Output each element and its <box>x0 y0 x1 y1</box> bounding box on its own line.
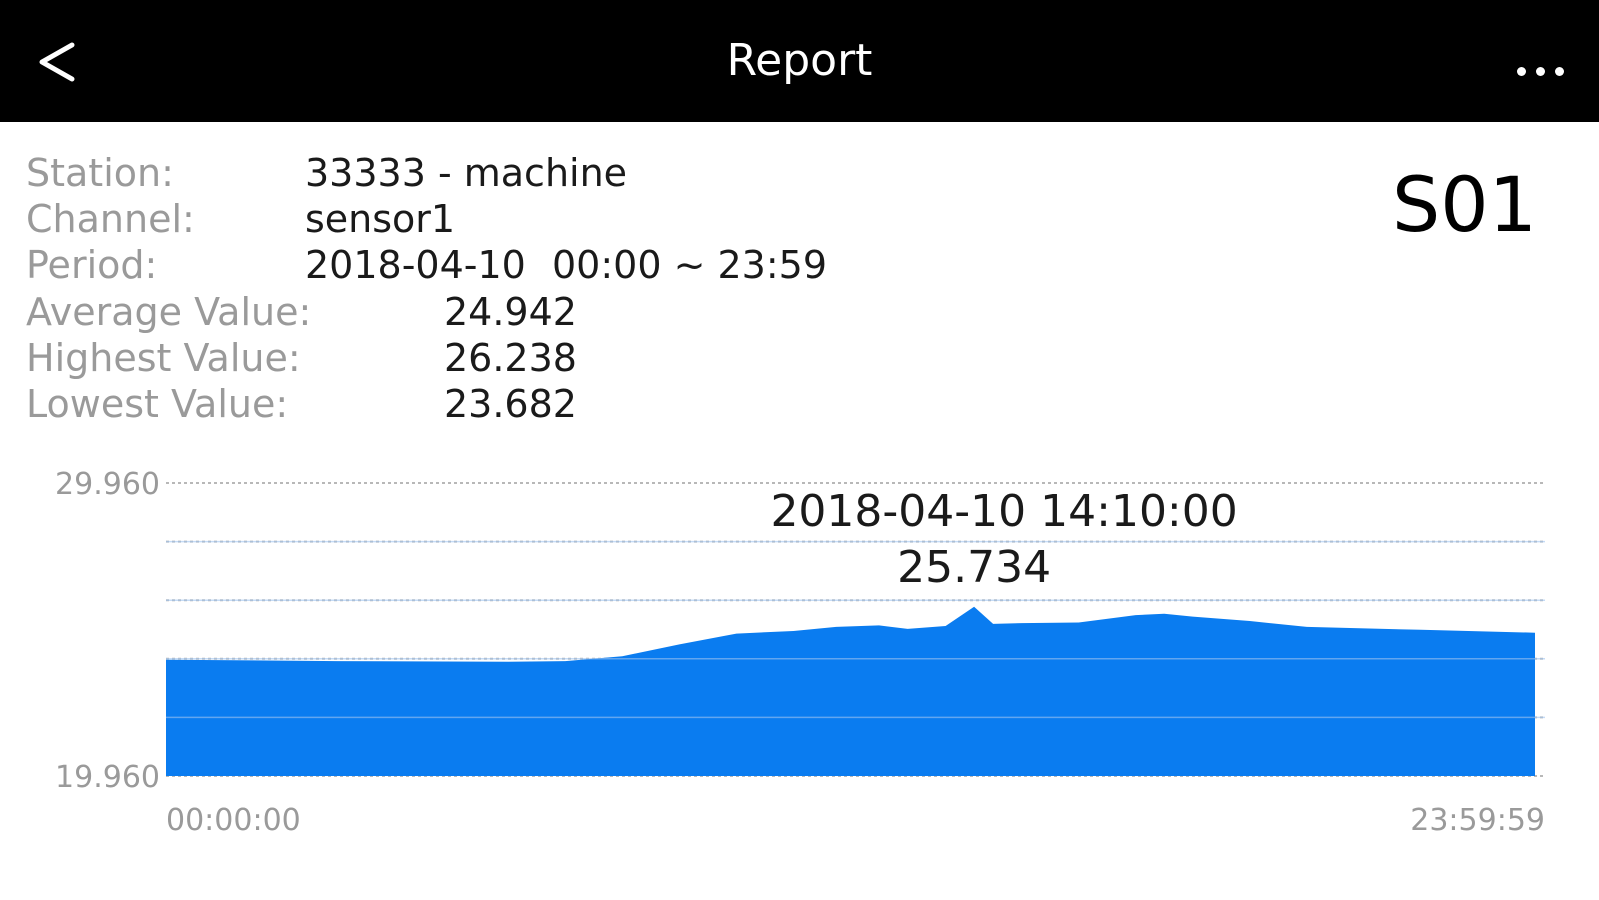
channel-value: sensor1 <box>305 197 456 241</box>
more-options-button[interactable] <box>1495 36 1585 106</box>
sensor-code: S01 <box>1392 160 1537 249</box>
y-tick-label-max: 29.960 <box>55 467 160 502</box>
channel-label: Channel: <box>26 197 195 241</box>
station-label: Station: <box>26 151 174 195</box>
back-button[interactable] <box>22 22 92 102</box>
more-horizontal-icon-dot <box>1535 66 1545 76</box>
page-title: Report <box>726 35 873 86</box>
more-horizontal-icon-dot <box>1554 66 1564 76</box>
lowest-value: 23.682 <box>444 382 577 426</box>
station-value: 33333 - machine <box>305 151 628 195</box>
highlight-value-label: 25.734 <box>897 542 1051 593</box>
period-label: Period: <box>26 243 158 287</box>
highest-value-label: Highest Value: <box>26 336 301 380</box>
period-date: 2018-04-10 <box>305 243 526 287</box>
sensor-area-chart[interactable]: 29.960 19.960 00:00:00 23:59:59 2018-04-… <box>0 440 1599 880</box>
chart-highlight: 2018-04-10 14:10:00 25.734 <box>770 486 1237 593</box>
lowest-value-label: Lowest Value: <box>26 382 289 426</box>
top-navigation-bar: Report <box>0 0 1599 122</box>
chevron-left-icon <box>39 42 75 82</box>
average-value-label: Average Value: <box>26 290 312 334</box>
y-tick-label-min: 19.960 <box>55 760 160 795</box>
more-horizontal-icon <box>1516 66 1526 76</box>
chart-area-series <box>166 606 1535 776</box>
x-tick-label-start: 00:00:00 <box>166 803 301 838</box>
period-range: 00:00 ~ 23:59 <box>552 243 828 287</box>
highlight-datetime-label: 2018-04-10 14:10:00 <box>770 486 1237 537</box>
report-screen: Report Station: 33333 - machine Channel:… <box>0 0 1599 900</box>
highest-value: 26.238 <box>444 336 577 380</box>
average-value: 24.942 <box>444 290 577 334</box>
x-tick-label-end: 23:59:59 <box>1410 803 1545 838</box>
